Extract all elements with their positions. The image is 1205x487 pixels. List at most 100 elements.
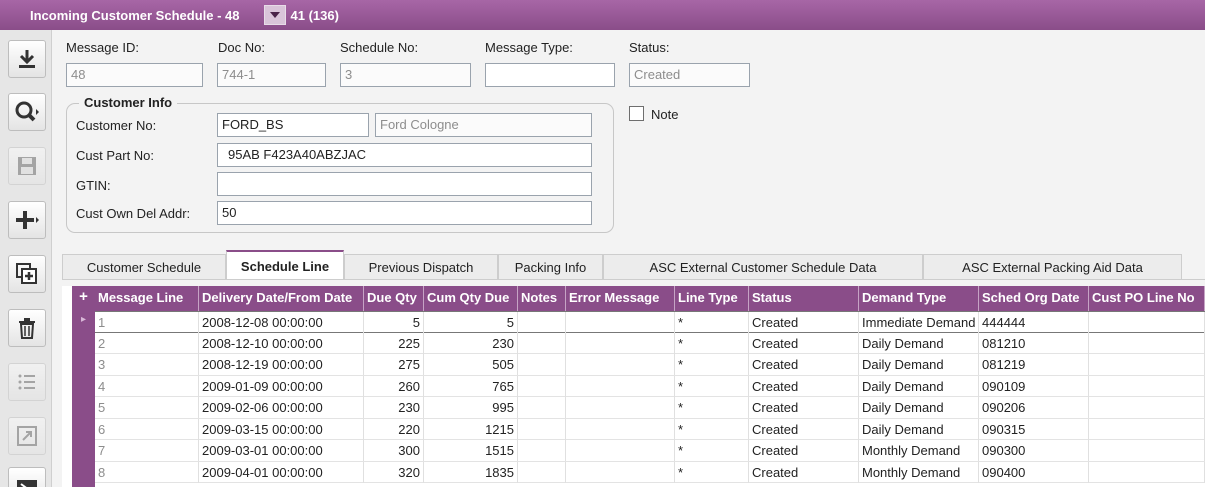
table-row[interactable]: 4 2009-01-09 00:00:00 260 765 * Created Daily … (95, 375, 1205, 397)
panel-button[interactable] (8, 467, 46, 487)
customer-name-field[interactable]: Ford Cologne (375, 113, 592, 137)
cell-sched-org-date[interactable]: 081210 (979, 332, 1089, 354)
cell-status[interactable]: Created (749, 440, 859, 461)
cell-sched-org-date[interactable]: 090315 (979, 418, 1089, 440)
cell-sched-org-date[interactable]: 090300 (979, 440, 1089, 461)
cell-notes[interactable] (518, 312, 566, 333)
cell-delivery-date[interactable]: 2009-01-09 00:00:00 (199, 375, 364, 397)
cell-cum-qty-due[interactable]: 230 (424, 332, 518, 354)
copy-record-button[interactable] (8, 255, 46, 293)
cell-due-qty[interactable]: 220 (364, 418, 424, 440)
add-row-button[interactable]: + (72, 288, 95, 308)
cell-error-message[interactable] (566, 332, 675, 354)
status-field[interactable]: Created (629, 63, 750, 87)
cell-sched-org-date[interactable]: 081219 (979, 354, 1089, 375)
record-dropdown-button[interactable] (263, 5, 286, 25)
download-button[interactable] (8, 40, 46, 78)
column-header-cust-po-line-no[interactable]: Cust PO Line No (1089, 286, 1205, 311)
cell-line-type[interactable]: * (675, 354, 749, 375)
search-button[interactable] (8, 93, 46, 131)
cell-cum-qty-due[interactable]: 1835 (424, 461, 518, 483)
table-row[interactable]: 2 2008-12-10 00:00:00 225 230 * Created Daily … (95, 332, 1205, 354)
cell-notes[interactable] (518, 354, 566, 375)
tab-packing-info[interactable]: Packing Info (498, 254, 603, 279)
cell-cust-po-line-no[interactable] (1089, 312, 1205, 333)
cell-status[interactable]: Created (749, 354, 859, 375)
tab-schedule-line[interactable]: Schedule Line (226, 250, 344, 280)
cell-delivery-date[interactable]: 2009-02-06 00:00:00 (199, 397, 364, 418)
cell-line-type[interactable]: * (675, 440, 749, 461)
expand-button[interactable] (8, 417, 46, 455)
cell-cum-qty-due[interactable]: 5 (424, 312, 518, 333)
column-header-message-line[interactable]: Message Line (95, 286, 199, 311)
doc-no-field[interactable]: 744-1 (217, 63, 326, 87)
cell-demand-type[interactable]: Daily Demand (859, 354, 979, 375)
cell-message-line[interactable]: 6 (95, 418, 199, 440)
cell-message-line[interactable]: 1 (95, 312, 199, 333)
column-header-notes[interactable]: Notes (518, 286, 566, 311)
cell-error-message[interactable] (566, 354, 675, 375)
column-header-cum-qty-due[interactable]: Cum Qty Due (424, 286, 518, 311)
cell-status[interactable]: Created (749, 375, 859, 397)
tab-previous-dispatch[interactable]: Previous Dispatch (344, 254, 498, 279)
save-button[interactable] (8, 147, 46, 185)
cell-delivery-date[interactable]: 2009-03-01 00:00:00 (199, 440, 364, 461)
cell-notes[interactable] (518, 461, 566, 483)
cust-part-no-field[interactable]: 95AB F423A40ABZJAC (217, 143, 592, 167)
cell-sched-org-date[interactable]: 444444 (979, 312, 1089, 333)
cell-cum-qty-due[interactable]: 1215 (424, 418, 518, 440)
cell-notes[interactable] (518, 418, 566, 440)
cell-sched-org-date[interactable]: 090206 (979, 397, 1089, 418)
cell-due-qty[interactable]: 300 (364, 440, 424, 461)
cell-cum-qty-due[interactable]: 505 (424, 354, 518, 375)
column-header-sched-org-date[interactable]: Sched Org Date (979, 286, 1089, 311)
column-header-line-type[interactable]: Line Type (675, 286, 749, 311)
cell-error-message[interactable] (566, 461, 675, 483)
cell-line-type[interactable]: * (675, 375, 749, 397)
cell-cust-po-line-no[interactable] (1089, 375, 1205, 397)
column-header-delivery-date[interactable]: Delivery Date/From Date (199, 286, 364, 311)
cell-demand-type[interactable]: Monthly Demand (859, 440, 979, 461)
list-view-button[interactable] (8, 363, 46, 401)
table-row[interactable]: 6 2009-03-15 00:00:00 220 1215 * Created Daily… (95, 418, 1205, 440)
cell-line-type[interactable]: * (675, 397, 749, 418)
cell-due-qty[interactable]: 230 (364, 397, 424, 418)
cell-demand-type[interactable]: Daily Demand (859, 332, 979, 354)
cell-due-qty[interactable]: 320 (364, 461, 424, 483)
cell-line-type[interactable]: * (675, 312, 749, 333)
cell-cust-po-line-no[interactable] (1089, 332, 1205, 354)
cell-notes[interactable] (518, 440, 566, 461)
cell-message-line[interactable]: 4 (95, 375, 199, 397)
cell-error-message[interactable] (566, 312, 675, 333)
cell-message-line[interactable]: 8 (95, 461, 199, 483)
cell-status[interactable]: Created (749, 418, 859, 440)
cell-error-message[interactable] (566, 397, 675, 418)
column-header-status[interactable]: Status (749, 286, 859, 311)
cell-demand-type[interactable]: Daily Demand (859, 375, 979, 397)
table-row[interactable]: 3 2008-12-19 00:00:00 275 505 * Created Daily … (95, 354, 1205, 376)
cell-cum-qty-due[interactable]: 995 (424, 397, 518, 418)
schedule-no-field[interactable]: 3 (340, 63, 471, 87)
cell-cum-qty-due[interactable]: 1515 (424, 440, 518, 461)
cell-cum-qty-due[interactable]: 765 (424, 375, 518, 397)
cell-delivery-date[interactable]: 2009-03-15 00:00:00 (199, 418, 364, 440)
customer-no-field[interactable]: FORD_BS (217, 113, 369, 137)
cell-error-message[interactable] (566, 418, 675, 440)
delete-button[interactable] (8, 309, 46, 347)
cell-demand-type[interactable]: Immediate Demand (859, 312, 979, 333)
cell-delivery-date[interactable]: 2009-04-01 00:00:00 (199, 461, 364, 483)
cell-delivery-date[interactable]: 2008-12-08 00:00:00 (199, 312, 364, 333)
cell-demand-type[interactable]: Monthly Demand (859, 461, 979, 483)
gtin-field[interactable] (217, 172, 592, 196)
cell-line-type[interactable]: * (675, 418, 749, 440)
tab-asc-external-customer-schedule-data[interactable]: ASC External Customer Schedule Data (603, 254, 923, 279)
cell-cust-po-line-no[interactable] (1089, 440, 1205, 461)
cell-cust-po-line-no[interactable] (1089, 418, 1205, 440)
tab-asc-external-packing-aid-data[interactable]: ASC External Packing Aid Data (923, 254, 1182, 279)
cell-due-qty[interactable]: 5 (364, 312, 424, 333)
cell-cust-po-line-no[interactable] (1089, 354, 1205, 375)
cell-due-qty[interactable]: 275 (364, 354, 424, 375)
cell-status[interactable]: Created (749, 461, 859, 483)
cell-sched-org-date[interactable]: 090400 (979, 461, 1089, 483)
cell-error-message[interactable] (566, 440, 675, 461)
